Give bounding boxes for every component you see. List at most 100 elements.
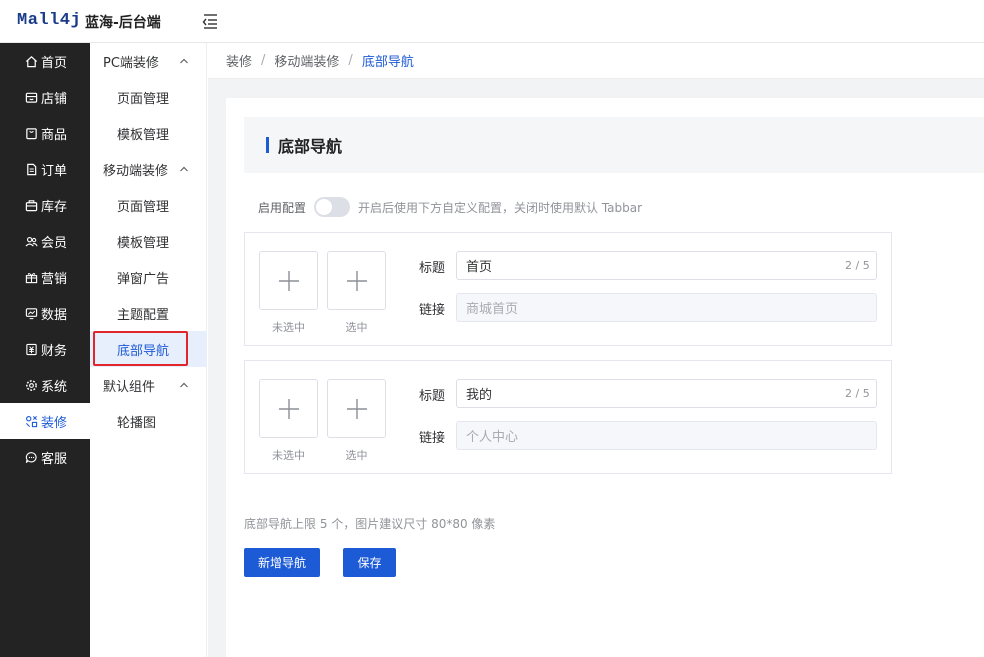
breadcrumb-level1[interactable]: 装修 [226,51,252,70]
sidebar-item-label: 商品 [41,127,68,143]
chevron-up-icon [180,382,188,388]
data-icon [24,306,38,320]
home-icon [24,54,38,68]
nav-item-card: 未选中 选中 标题 我的 2 / 5 链接 个人中心 [244,360,892,474]
sidebar-item-label: 店铺 [41,91,68,107]
enable-config-switch[interactable] [314,197,351,217]
menu-item-mobile-page[interactable]: 页面管理 [90,187,207,223]
sidebar-item-order[interactable]: 订单 [0,151,90,187]
menu-item-popup-ad[interactable]: 弹窗广告 [90,259,207,295]
link-label: 链接 [419,431,446,446]
selected-caption: 选中 [345,449,368,462]
unselected-caption: 未选中 [272,321,305,334]
page-title: 底部导航 [278,137,343,156]
menu-item-carousel[interactable]: 轮播图 [90,403,207,439]
sidebar-item-goods[interactable]: 商品 [0,115,90,151]
sidebar-item-label: 订单 [41,163,68,179]
plus-icon [346,270,367,291]
menu-group-label: PC端装修 [103,55,159,71]
sidebar-item-label: 客服 [41,451,68,467]
chat-icon [24,450,38,464]
unselected-caption: 未选中 [272,449,305,462]
add-nav-button[interactable]: 新增导航 [244,548,320,577]
link-input[interactable]: 个人中心 [456,421,877,450]
primary-sidebar: 首页 店铺 商品 订单 库存 会员 营销 数据 财务 系统 装修 客服 [0,43,90,657]
enable-config-label: 启用配置 [258,200,307,215]
breadcrumb-level2[interactable]: 移动端装修 [274,51,339,70]
sidebar-item-store[interactable]: 店铺 [0,79,90,115]
app-name: 蓝海-后台端 [85,15,161,31]
upload-selected-icon-button[interactable] [327,379,386,438]
collapse-menu-icon[interactable] [200,11,220,31]
title-input[interactable]: 我的 [456,379,877,408]
title-input[interactable]: 首页 [456,251,877,280]
sidebar-item-label: 营销 [41,271,68,287]
switch-knob [316,199,333,215]
save-button[interactable]: 保存 [343,548,396,577]
upload-selected-icon-button[interactable] [327,251,386,310]
plus-icon [278,398,299,419]
goods-icon [24,126,38,140]
enable-config-row: 启用配置 开启后使用下方自定义配置，关闭时使用默认 Tabbar [258,197,642,217]
sidebar-item-service[interactable]: 客服 [0,439,90,475]
sidebar-item-data[interactable]: 数据 [0,295,90,331]
breadcrumb: 装修 / 移动端装修 / 底部导航 [208,43,984,79]
nav-item-card: 未选中 选中 标题 首页 2 / 5 链接 商城首页 [244,232,892,346]
store-icon [24,90,38,104]
sidebar-item-label: 财务 [41,343,68,359]
menu-group-label: 移动端装修 [103,163,169,179]
page-title-bar: 底部导航 [244,117,984,173]
sidebar-item-home[interactable]: 首页 [0,43,90,79]
gear-icon [24,378,38,392]
title-char-counter: 2 / 5 [845,387,870,400]
sidebar-item-system[interactable]: 系统 [0,367,90,403]
sidebar-item-decorate[interactable]: 装修 [0,403,90,439]
title-char-counter: 2 / 5 [845,259,870,272]
link-input[interactable]: 商城首页 [456,293,877,322]
gift-icon [24,270,38,284]
order-icon [24,162,38,176]
finance-icon [24,342,38,356]
sidebar-item-label: 首页 [41,55,68,71]
sidebar-item-label: 库存 [41,199,68,215]
menu-group-pc[interactable]: PC端装修 [90,43,207,79]
sidebar-item-label: 会员 [41,235,68,251]
chevron-up-icon [180,58,188,64]
logo: Mall4j [17,11,82,30]
sidebar-item-finance[interactable]: 财务 [0,331,90,367]
enable-config-hint: 开启后使用下方自定义配置，关闭时使用默认 Tabbar [358,200,643,215]
nav-limit-tip: 底部导航上限 5 个，图片建议尺寸 80*80 像素 [244,517,496,531]
sidebar-item-label: 装修 [41,415,68,431]
secondary-menu: PC端装修 页面管理 模板管理 移动端装修 页面管理 模板管理 弹窗广告 主题配… [90,43,207,657]
menu-item-pc-template[interactable]: 模板管理 [90,115,207,151]
member-icon [24,234,38,248]
menu-item-pc-page[interactable]: 页面管理 [90,79,207,115]
breadcrumb-separator: / [348,53,353,68]
selected-caption: 选中 [345,321,368,334]
menu-group-default-components[interactable]: 默认组件 [90,367,207,403]
decorate-icon [24,414,38,428]
menu-group-label: 默认组件 [103,379,156,395]
plus-icon [278,270,299,291]
sidebar-item-label: 数据 [41,307,68,323]
plus-icon [346,398,367,419]
sidebar-item-marketing[interactable]: 营销 [0,259,90,295]
title-label: 标题 [419,389,446,404]
upload-unselected-icon-button[interactable] [259,379,318,438]
title-label: 标题 [419,261,446,276]
sidebar-item-stock[interactable]: 库存 [0,187,90,223]
stock-icon [24,198,38,212]
top-header: Mall4j 蓝海-后台端 [0,0,984,43]
menu-item-theme-config[interactable]: 主题配置 [90,295,207,331]
link-label: 链接 [419,303,446,318]
menu-item-mobile-template[interactable]: 模板管理 [90,223,207,259]
breadcrumb-separator: / [261,53,266,68]
sidebar-item-member[interactable]: 会员 [0,223,90,259]
sidebar-item-label: 系统 [41,379,68,395]
menu-item-bottom-nav[interactable]: 底部导航 [90,331,207,367]
chevron-up-icon [180,166,188,172]
menu-group-mobile[interactable]: 移动端装修 [90,151,207,187]
title-accent-bar [266,137,269,153]
upload-unselected-icon-button[interactable] [259,251,318,310]
breadcrumb-current: 底部导航 [361,55,414,70]
